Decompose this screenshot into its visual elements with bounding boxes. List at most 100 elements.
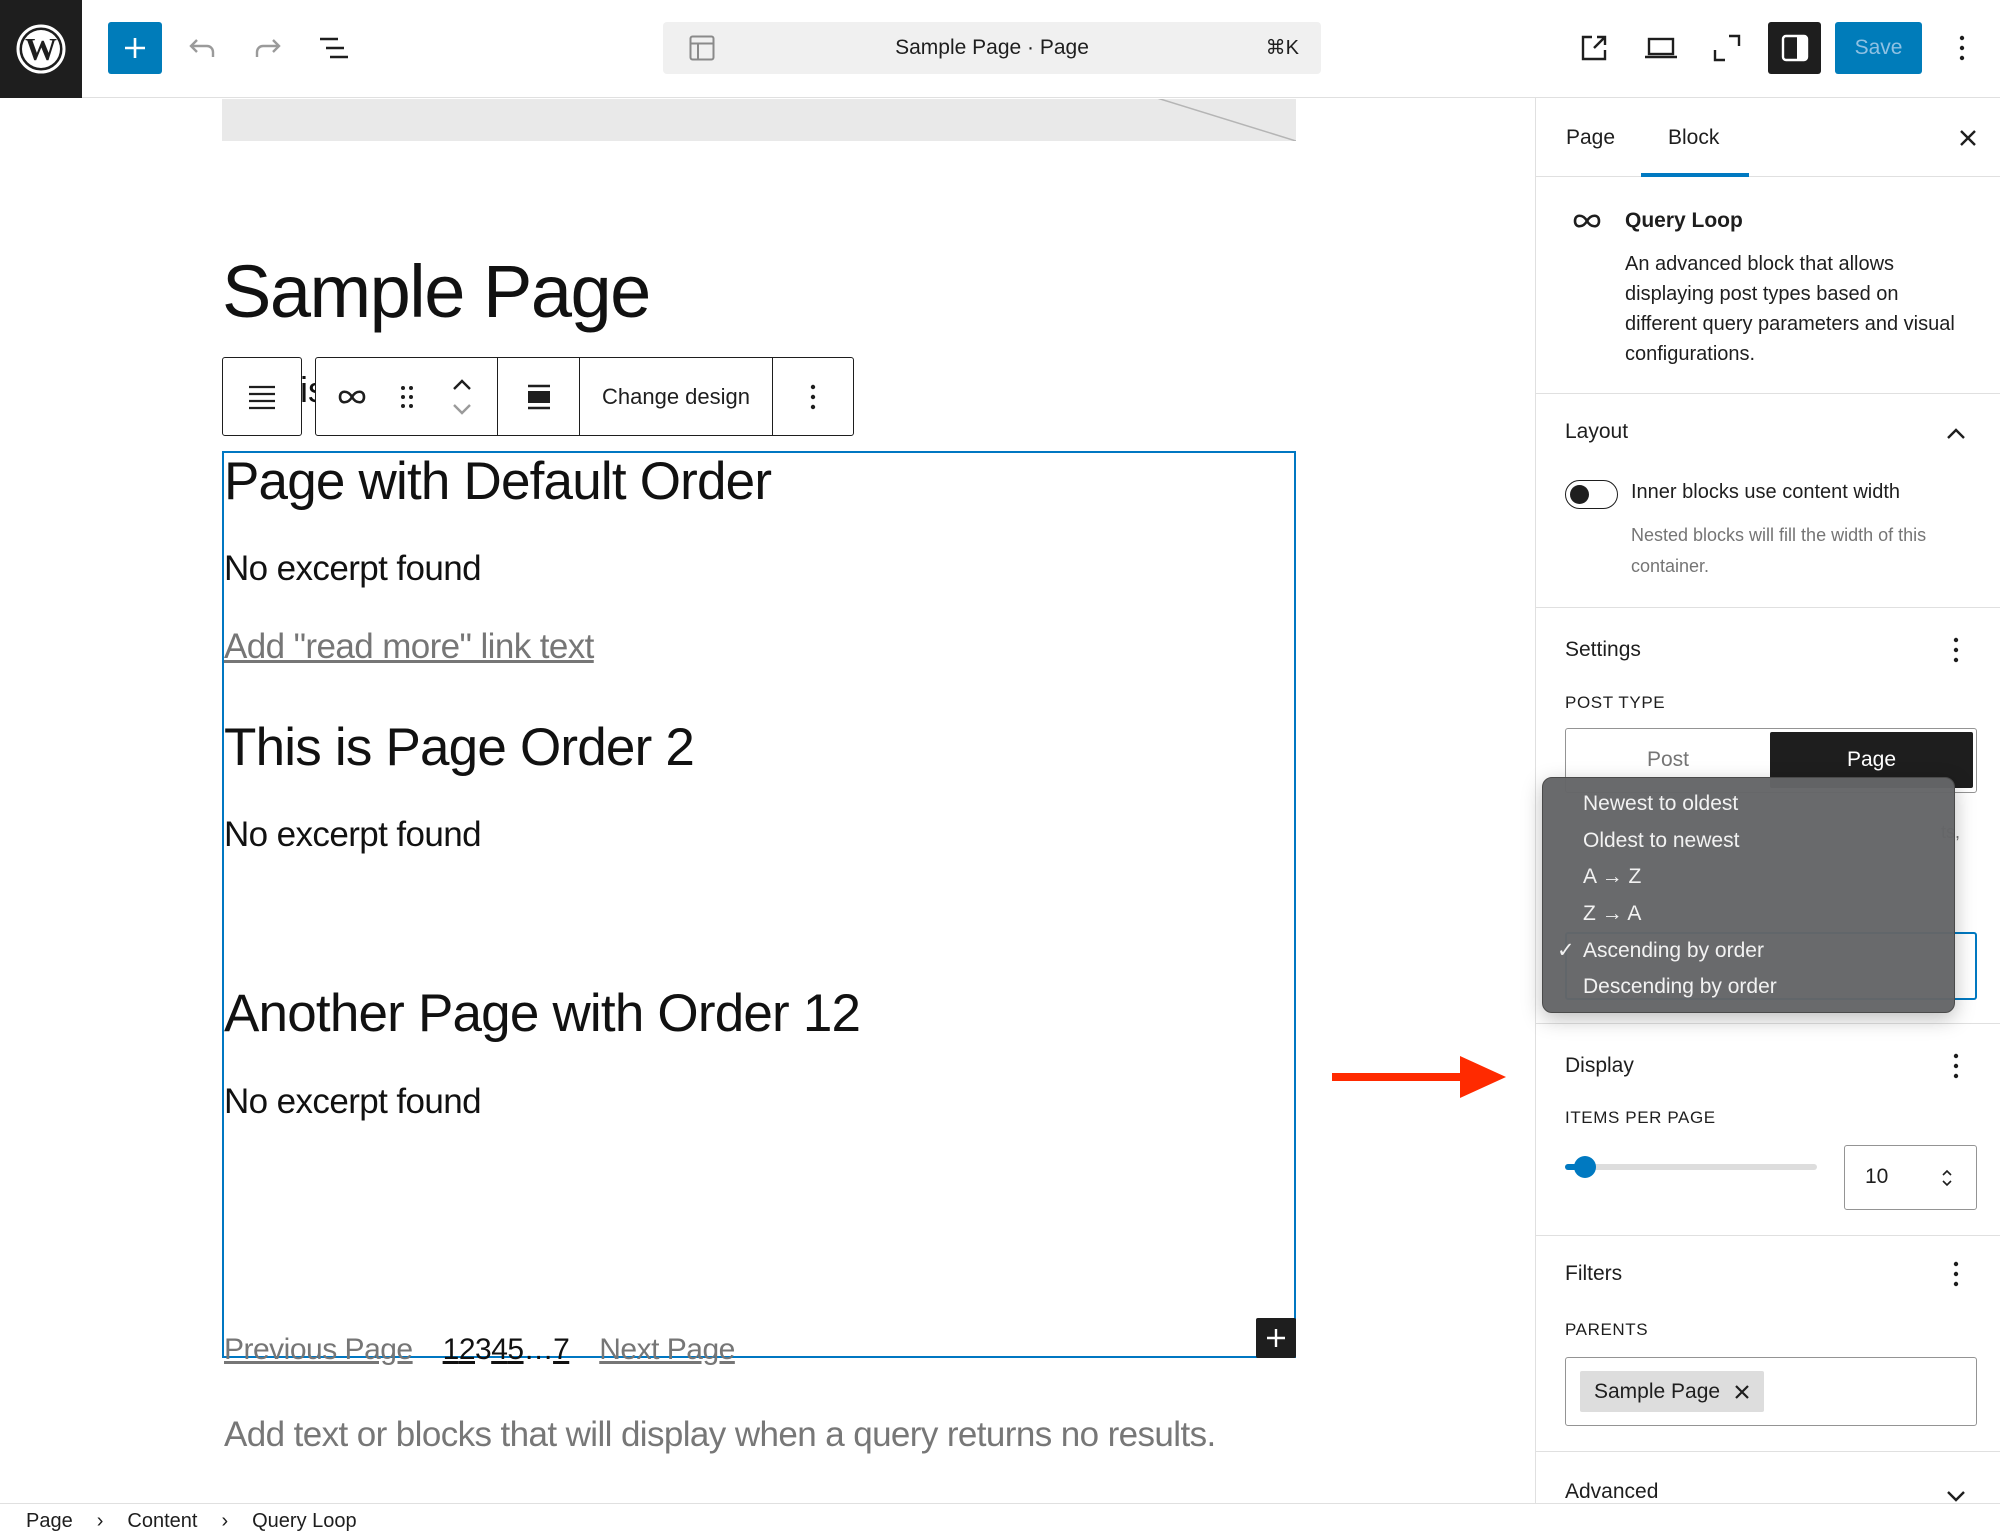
settings-options-button[interactable] [1941, 632, 1971, 668]
advanced-panel-heading[interactable]: Advanced [1565, 1480, 1658, 1503]
options-menu-button[interactable] [1940, 22, 1984, 74]
page-number-link[interactable]: 7 [553, 1333, 570, 1367]
fullscreen-icon [1713, 34, 1741, 62]
post-excerpt[interactable]: No excerpt found [224, 1082, 482, 1122]
menu-option-oldest-to-newest[interactable]: Oldest to newest [1543, 823, 1954, 860]
device-preview-button[interactable] [1639, 22, 1683, 74]
breadcrumb-item-page[interactable]: Page [26, 1510, 73, 1533]
chevron-right-icon: › [96, 1509, 104, 1532]
redo-icon [255, 39, 281, 57]
post-title[interactable]: This is Page Order 2 [224, 717, 695, 778]
toggle-thumb [1570, 485, 1589, 504]
image-placeholder[interactable] [222, 99, 1296, 141]
collapse-layout-button[interactable] [1941, 416, 1971, 452]
loop-icon [1573, 214, 1601, 228]
query-pagination: Previous Page 1 2 3 4 5 … 7 Next Page [224, 1333, 735, 1367]
svg-text:W: W [25, 31, 57, 67]
block-description: An advanced block that allows displaying… [1625, 253, 1955, 365]
menu-option-ascending-by-order[interactable]: ✓ Ascending by order [1543, 933, 1954, 970]
post-title[interactable]: Page with Default Order [224, 451, 772, 512]
post-excerpt[interactable]: No excerpt found [224, 549, 482, 589]
no-results-placeholder[interactable]: Add text or blocks that will display whe… [224, 1415, 1216, 1455]
chevron-right-icon: › [221, 1509, 229, 1532]
menu-option-z-to-a[interactable]: Z → A [1543, 896, 1954, 933]
spinner-arrows-icon[interactable] [1940, 1167, 1954, 1189]
settings-panel-heading: Settings [1565, 638, 1641, 661]
select-parent-button[interactable] [222, 357, 302, 436]
redo-button[interactable] [246, 22, 290, 74]
editor-header: W Sample Page · Page ⌘K Save [0, 0, 2000, 98]
undo-button[interactable] [180, 22, 224, 74]
block-type-button[interactable] [319, 358, 385, 435]
close-icon [1960, 130, 1976, 146]
layout-panel: Layout Inner blocks use content width Ne… [1536, 394, 2000, 608]
items-per-page-slider[interactable] [1565, 1155, 1817, 1179]
tab-page[interactable]: Page [1566, 98, 1615, 177]
filters-panel: Filters PARENTS Sample Page [1536, 1236, 2000, 1452]
items-per-page-value: 10 [1865, 1165, 1889, 1188]
tab-block[interactable]: Block [1668, 98, 1719, 177]
items-per-page-input[interactable]: 10 [1844, 1145, 1977, 1210]
page-numbers: 1 2 3 4 5 … 7 [443, 1333, 570, 1367]
laptop-preview-icon [1645, 37, 1677, 59]
previous-page-link[interactable]: Previous Page [224, 1333, 413, 1367]
display-options-button[interactable] [1941, 1048, 1971, 1084]
read-more-link[interactable]: Add "read more" link text [224, 627, 594, 667]
align-justify-icon [249, 385, 275, 409]
fullscreen-button[interactable] [1705, 22, 1749, 74]
breadcrumb-item-query-loop[interactable]: Query Loop [252, 1510, 357, 1533]
drag-handle[interactable] [385, 358, 429, 435]
filters-options-button[interactable] [1941, 1256, 1971, 1292]
view-page-button[interactable] [1572, 22, 1616, 74]
wordpress-icon: W [16, 24, 66, 74]
next-page-link[interactable]: Next Page [599, 1333, 735, 1367]
breadcrumb-item-content[interactable]: Content [127, 1510, 197, 1533]
toggle-label[interactable]: Inner blocks use content width [1631, 481, 1900, 504]
command-palette-bar[interactable]: Sample Page · Page ⌘K [663, 22, 1321, 74]
checkmark-icon: ✓ [1557, 938, 1575, 962]
post-excerpt[interactable]: No excerpt found [224, 815, 482, 855]
page-number-link[interactable]: 2 [459, 1333, 476, 1367]
post-title[interactable]: Another Page with Order 12 [224, 983, 861, 1044]
display-panel: Display ITEMS PER PAGE 10 [1536, 1024, 2000, 1236]
menu-option-a-to-z[interactable]: A → Z [1543, 859, 1954, 896]
chevron-up-icon [1947, 428, 1965, 439]
chevron-up-icon[interactable] [451, 378, 473, 392]
block-toolbar: Change design [315, 357, 854, 436]
wordpress-logo-button[interactable]: W [0, 0, 82, 98]
align-button[interactable] [498, 358, 580, 435]
block-toolbar-group-main [316, 358, 498, 435]
filters-panel-heading: Filters [1565, 1262, 1623, 1285]
parent-token-label: Sample Page [1594, 1379, 1721, 1403]
query-loop-block[interactable]: Page with Default Order No excerpt found… [222, 451, 1296, 1454]
menu-option-descending-by-order[interactable]: Descending by order [1543, 969, 1954, 1006]
menu-option-newest-to-oldest[interactable]: Newest to oldest [1543, 786, 1954, 823]
slider-thumb[interactable] [1574, 1156, 1597, 1178]
plus-icon [125, 38, 145, 58]
layout-panel-heading[interactable]: Layout [1565, 420, 1628, 444]
change-design-label: Change design [601, 383, 750, 409]
chevron-down-icon[interactable] [451, 402, 473, 416]
page-title[interactable]: Sample Page [222, 249, 651, 334]
editor-canvas[interactable]: Sample Page is Change design Page with D… [0, 99, 1535, 1503]
expand-advanced-button[interactable] [1941, 1478, 1971, 1503]
block-options-button[interactable] [773, 358, 853, 435]
more-vertical-icon [1953, 1261, 1959, 1287]
save-button[interactable]: Save [1835, 22, 1922, 74]
close-sidebar-button[interactable] [1948, 118, 1988, 158]
content-width-toggle[interactable] [1565, 480, 1618, 509]
page-number-link[interactable]: 1 [443, 1333, 460, 1367]
move-buttons [429, 358, 495, 435]
sidebar-tabs: Page Block [1536, 98, 2000, 177]
add-block-button[interactable] [1256, 1318, 1296, 1358]
document-overview-button[interactable] [312, 22, 356, 74]
parents-token-field[interactable]: Sample Page [1565, 1357, 1977, 1426]
block-inserter-button[interactable] [108, 22, 162, 74]
remove-token-icon[interactable] [1734, 1384, 1750, 1400]
parent-token: Sample Page [1580, 1371, 1765, 1412]
page-number-link[interactable]: 5 [507, 1333, 524, 1367]
change-design-button[interactable]: Change design [580, 358, 773, 435]
loop-icon [338, 389, 365, 404]
page-number-link[interactable]: 4 [491, 1333, 508, 1367]
settings-sidebar-toggle[interactable] [1768, 22, 1821, 74]
